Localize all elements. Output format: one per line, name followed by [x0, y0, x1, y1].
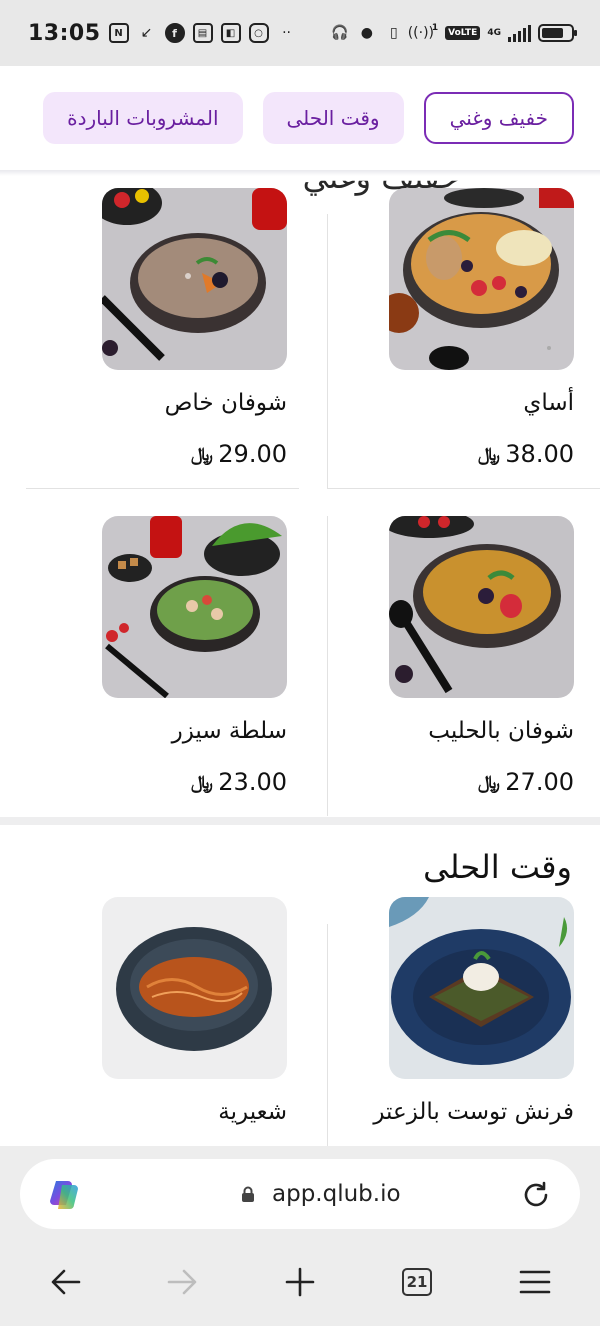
item-price: ﷼ 38.00	[478, 440, 574, 468]
acai-bowl-image	[389, 188, 574, 370]
menu-item[interactable]: شوفان خاص ﷼ 29.00	[17, 188, 287, 478]
french-toast-image	[389, 897, 574, 1079]
item-name: سلطة سيزر	[171, 718, 287, 744]
nfc-icon: N	[108, 23, 129, 43]
app-icon: ▤	[192, 23, 213, 43]
address-bar[interactable]: app.qlub.io	[20, 1159, 580, 1229]
location-icon: ●	[360, 25, 373, 41]
hotspot-sup: 1	[431, 22, 439, 33]
oats-with-milk-image	[389, 516, 574, 698]
menu-item[interactable]: أساي ﷼ 38.00	[304, 188, 574, 478]
back-arrow-icon	[51, 1269, 81, 1295]
menu-item[interactable]: فرنش توست بالزعتر	[304, 897, 574, 1146]
item-name: شوفان خاص	[164, 390, 287, 416]
browser-bottom-bar: app.qlub.io 21	[0, 1146, 600, 1326]
tab-light-and-rich[interactable]: خفيف وغني	[423, 92, 574, 144]
item-price: ﷼ 29.00	[191, 440, 287, 468]
lock-icon	[242, 1186, 254, 1202]
row-divider	[26, 488, 299, 489]
price-value: 27.00	[505, 768, 574, 796]
item-price: ﷼ 23.00	[191, 768, 287, 796]
tab-dessert-time[interactable]: وقت الحلى	[262, 92, 404, 144]
special-oats-image	[102, 188, 287, 370]
price-value: 29.00	[218, 440, 287, 468]
hotspot-icon: ((·))	[407, 25, 435, 41]
battery-icon	[538, 24, 577, 42]
reload-icon[interactable]	[520, 1179, 552, 1211]
status-bar: 13:05 N ↙ f ▤ ◧ ○ ·· 🎧 ● ▯ ((·)) 1 VoLTE…	[0, 0, 600, 66]
item-name: شعيرية	[218, 1099, 287, 1125]
facebook-icon: f	[164, 23, 185, 43]
section-title: وقت الحلى	[423, 848, 572, 886]
browser-nav: 21	[0, 1252, 600, 1312]
item-price: ﷼ 27.00	[478, 768, 574, 796]
menu-content[interactable]: خفيف وغني أساي ﷼ 38.00 شوفان خاص ﷼ 29.00…	[0, 176, 600, 1146]
battery-level	[542, 28, 563, 38]
item-name: فرنش توست بالزعتر	[373, 1099, 574, 1125]
menu-button[interactable]	[505, 1252, 565, 1312]
new-tab-plus-icon	[285, 1267, 315, 1297]
row-divider	[328, 488, 600, 489]
riyal-icon: ﷼	[191, 443, 214, 465]
price-value: 38.00	[505, 440, 574, 468]
item-name: أساي	[523, 390, 574, 416]
price-value: 23.00	[218, 768, 287, 796]
new-tab-button[interactable]	[270, 1252, 330, 1312]
back-button[interactable]	[36, 1252, 96, 1312]
menu-item[interactable]: شوفان بالحليب ﷼ 27.00	[304, 516, 574, 806]
tabs-button[interactable]: 21	[387, 1252, 447, 1312]
url-text: app.qlub.io	[272, 1181, 401, 1207]
riyal-icon: ﷼	[478, 443, 501, 465]
riyal-icon: ﷼	[478, 771, 501, 793]
menu-item[interactable]: شعيرية	[17, 897, 287, 1146]
menu-icon	[519, 1270, 551, 1294]
app-icon: ◧	[220, 23, 241, 43]
tabs-icon: 21	[402, 1268, 432, 1296]
forward-button[interactable]	[152, 1252, 212, 1312]
caesar-salad-image	[102, 516, 287, 698]
vermicelli-image	[102, 897, 287, 1079]
headset-icon: 🎧	[331, 25, 349, 41]
copilot-icon[interactable]	[46, 1177, 82, 1213]
network-type: 4G	[487, 27, 501, 38]
vibrate-icon: ▯	[390, 25, 398, 41]
signal-icon	[508, 24, 531, 42]
section-separator	[0, 817, 600, 825]
riyal-icon: ﷼	[191, 771, 214, 793]
tab-cold-drinks[interactable]: المشروبات الباردة	[43, 92, 243, 144]
missed-call-icon: ↙	[140, 25, 153, 41]
volte-badge: VoLTE	[445, 26, 481, 40]
instagram-icon: ○	[248, 23, 269, 43]
more-dots-icon: ··	[282, 25, 291, 41]
category-tabs: خفيف وغني وقت الحلى المشروبات الباردة	[0, 66, 600, 170]
item-name: شوفان بالحليب	[428, 718, 574, 744]
forward-arrow-icon	[167, 1269, 197, 1295]
menu-item[interactable]: سلطة سيزر ﷼ 23.00	[17, 516, 287, 806]
status-time: 13:05	[28, 20, 101, 46]
